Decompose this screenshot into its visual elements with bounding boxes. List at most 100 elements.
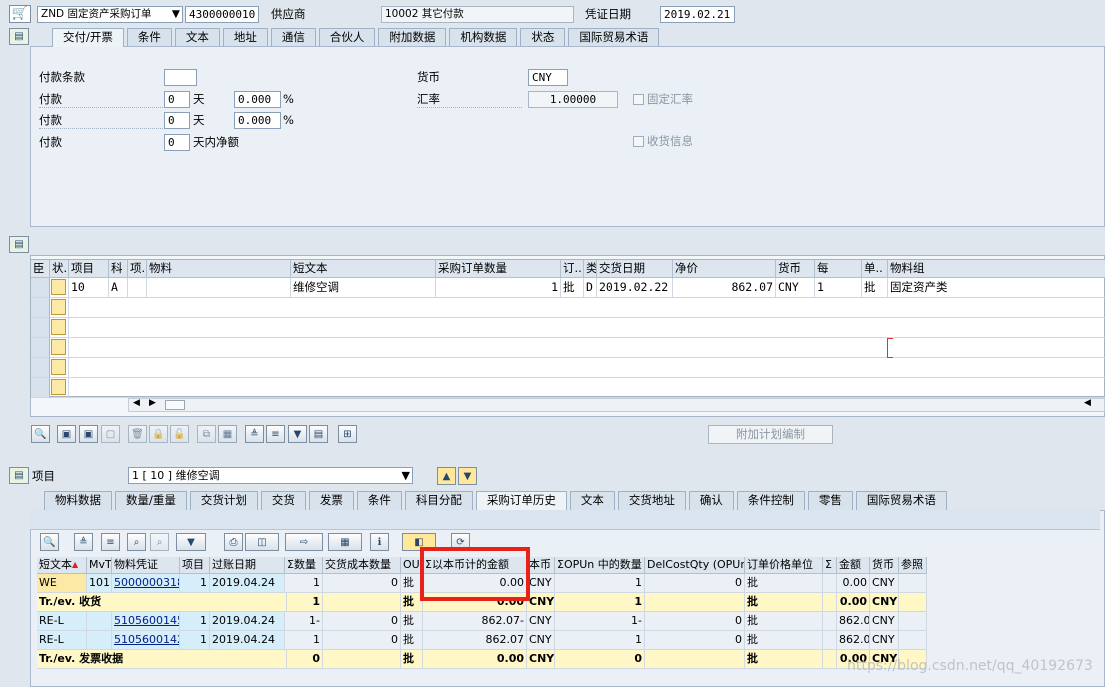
cell-delivery-date[interactable]: 2019.02.22 [597, 278, 673, 298]
tab-texts[interactable]: 文本 [174, 28, 220, 47]
tab-communication[interactable]: 通信 [270, 28, 316, 47]
scroll-left-end-icon[interactable]: ◀ [1084, 398, 1091, 408]
history-sort-desc-icon[interactable]: ≡ [101, 533, 120, 551]
sort-desc-icon[interactable]: ≡ [266, 425, 285, 443]
pay1-days-field[interactable]: 0 [164, 91, 190, 108]
tab-invoice[interactable]: 发票 [308, 491, 354, 510]
deselect-icon[interactable]: ▢ [101, 425, 120, 443]
col-item-cat[interactable]: 项. [128, 260, 147, 278]
collapse-detail-icon[interactable]: ▤ [9, 467, 29, 484]
cell-qty[interactable]: 1 [436, 278, 561, 298]
tab-conditions[interactable]: 条件 [126, 28, 172, 47]
tab-item-conditions[interactable]: 条件 [356, 491, 402, 510]
cell-cat[interactable]: D [584, 278, 597, 298]
chevron-down-icon[interactable]: ▼ [402, 468, 410, 483]
fixed-rate-checkbox[interactable] [633, 94, 644, 105]
history-cell-doc[interactable]: 5105600142 [112, 631, 180, 650]
lock-icon[interactable]: 🔒 [149, 425, 168, 443]
sort-asc-icon[interactable]: ≜ [245, 425, 264, 443]
cell-item-cat[interactable] [128, 278, 147, 298]
next-item-icon[interactable]: ▼ [458, 467, 477, 485]
mat-doc-link[interactable]: 5105600142 [114, 633, 179, 646]
mat-doc-link[interactable]: 5105600145 [114, 614, 179, 627]
history-find-icon[interactable]: ⌕ [127, 533, 146, 551]
history-sort-asc-icon[interactable]: ≜ [74, 533, 93, 551]
col-acct[interactable]: 科 [109, 260, 128, 278]
tab-delivery-schedule[interactable]: 交货计划 [189, 491, 258, 510]
item-select[interactable]: 1 [ 10 ] 维修空调 ▼ [128, 467, 413, 484]
col-short-text[interactable]: 短文本 [291, 260, 436, 278]
cell-currency[interactable]: CNY [776, 278, 815, 298]
history-cell-doc[interactable]: 5105600145 [112, 612, 180, 631]
tab-confirmations[interactable]: 确认 [688, 491, 734, 510]
select-block-icon[interactable]: ▣ [79, 425, 98, 443]
col-net-price[interactable]: 净价 [673, 260, 776, 278]
filter-icon[interactable]: ▼ [288, 425, 307, 443]
history-filter-icon[interactable]: ▼ [176, 533, 206, 551]
hcol-order-price-unit[interactable]: 订单价格单位 [745, 557, 823, 574]
tab-material-data[interactable]: 物料数据 [44, 491, 112, 510]
col-cat[interactable]: 类 [584, 260, 597, 278]
hcol-sigma[interactable]: Σ [823, 557, 837, 574]
cell-oun[interactable]: 批 [862, 278, 888, 298]
col-material[interactable]: 物料 [147, 260, 291, 278]
details-icon[interactable]: 🔍 [31, 425, 50, 443]
chevron-down-icon[interactable]: ▼ [172, 7, 180, 22]
status-icon[interactable] [51, 279, 66, 295]
history-find-next-icon[interactable]: ⌕ [150, 533, 169, 551]
col-oun[interactable]: 单.. [862, 260, 888, 278]
hcol-mat-doc[interactable]: 物料凭证 [112, 557, 180, 574]
vendor-field[interactable]: 10002 其它付款 [381, 6, 574, 23]
hcol-qty-opun[interactable]: ΣOPUn 中的数量 [555, 557, 645, 574]
col-matl-group[interactable]: 物料组 [888, 260, 1105, 278]
plan-button[interactable]: 附加计划编制 [708, 425, 833, 444]
col-select-all[interactable]: 臣 [31, 260, 50, 278]
tab-delivery-invoice[interactable]: 交付/开票 [52, 28, 124, 47]
copy-icon[interactable]: ⧉ [197, 425, 216, 443]
unlock-icon[interactable]: 🔓 [170, 425, 189, 443]
config-icon[interactable]: ⊞ [338, 425, 357, 443]
tab-status[interactable]: 状态 [520, 28, 566, 47]
scroll-right-icon[interactable]: ▶ [149, 398, 156, 408]
cell-material[interactable] [147, 278, 291, 298]
history-info-icon[interactable]: ℹ [370, 533, 389, 551]
history-layout-icon[interactable]: ▦ [328, 533, 362, 551]
cell-unit[interactable]: 批 [561, 278, 584, 298]
history-details-icon[interactable]: 🔍 [40, 533, 59, 551]
col-status[interactable]: 状. [50, 260, 69, 278]
history-views-icon[interactable]: ◫ [245, 533, 279, 551]
pay2-days-field[interactable]: 0 [164, 112, 190, 129]
col-per[interactable]: 每 [815, 260, 862, 278]
history-print-icon[interactable]: ⎙ [224, 533, 243, 551]
scroll-thumb[interactable] [165, 400, 185, 410]
doc-date-field[interactable]: 2019.02.21 [660, 6, 735, 23]
hcol-qty[interactable]: Σ数量 [285, 557, 323, 574]
hcol-short-text[interactable]: 短文本▲ [37, 557, 87, 574]
col-item[interactable]: 项目 [69, 260, 109, 278]
scroll-left-icon[interactable]: ◀ [133, 398, 140, 408]
col-qty[interactable]: 采购订单数量 [436, 260, 561, 278]
tab-org-data[interactable]: 机构数据 [449, 28, 518, 47]
collapse-items-icon[interactable]: ▤ [9, 236, 29, 253]
tab-partners[interactable]: 合伙人 [318, 28, 376, 47]
row-selector[interactable] [31, 278, 50, 298]
tab-condition-control[interactable]: 条件控制 [736, 491, 805, 510]
pay2-pct-field[interactable]: 0.000 [234, 112, 281, 129]
tab-delivery-address[interactable]: 交货地址 [617, 491, 686, 510]
hcol-dc-qty[interactable]: 交货成本数量 [323, 557, 401, 574]
pay1-pct-field[interactable]: 0.000 [234, 91, 281, 108]
select-all-icon[interactable]: ▣ [57, 425, 76, 443]
cell-matl-group[interactable]: 固定资产类 [888, 278, 1105, 298]
hcol-item[interactable]: 项目 [180, 557, 210, 574]
cell-short-text[interactable]: 维修空调 [291, 278, 436, 298]
pay3-days-field[interactable]: 0 [164, 134, 190, 151]
tab-item-texts[interactable]: 文本 [569, 491, 615, 510]
rate-field[interactable]: 1.00000 [528, 91, 618, 108]
tab-po-history[interactable]: 采购订单历史 [475, 491, 567, 510]
payment-terms-field[interactable] [164, 69, 197, 86]
hcol-delcost-opun[interactable]: DelCostQty (OPUn) [645, 557, 745, 574]
history-cell-doc[interactable]: 5000000318 [112, 574, 180, 593]
cart-icon[interactable]: 🛒 [9, 5, 31, 23]
hcol-currency[interactable]: 货币 [870, 557, 899, 574]
items-hscrollbar[interactable]: ◀ ▶ ◀ [128, 398, 1105, 412]
